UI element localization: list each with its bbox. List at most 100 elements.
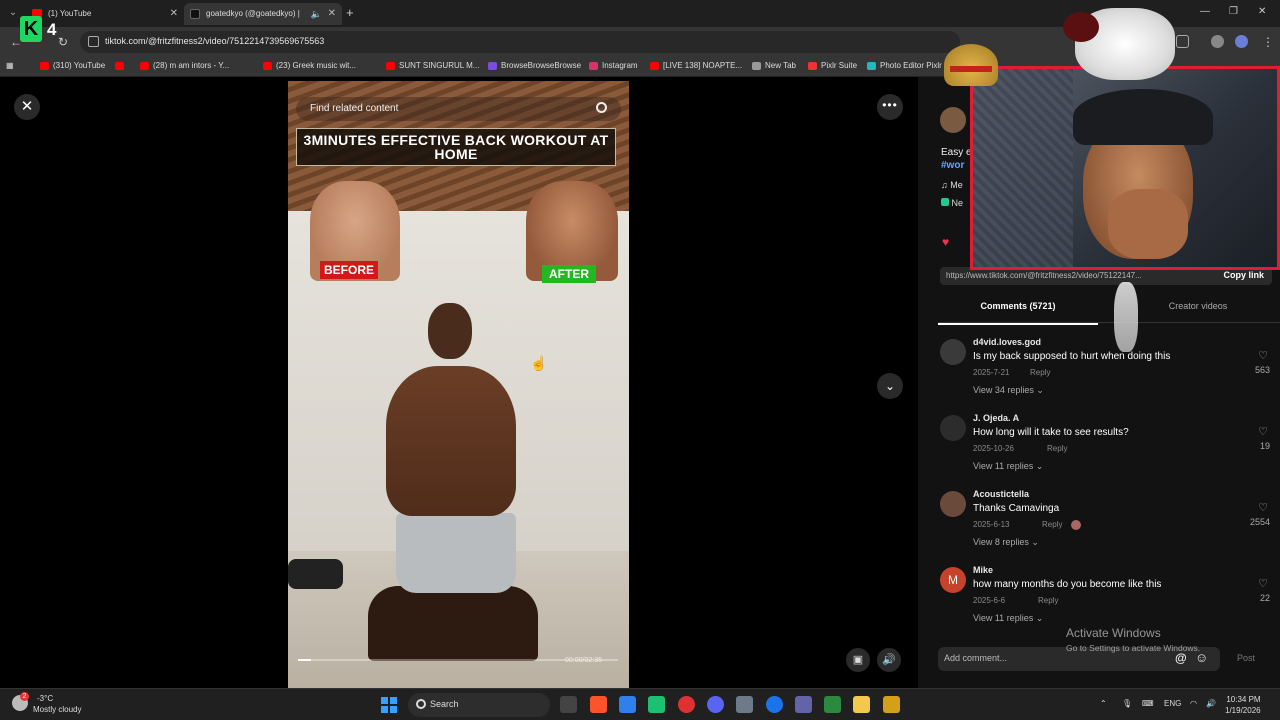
site-info-icon[interactable]: [88, 36, 99, 47]
reply-button[interactable]: Reply: [1030, 368, 1050, 377]
extensions-icon[interactable]: [1176, 35, 1189, 48]
volume-icon[interactable]: 🔊: [877, 648, 901, 672]
discord-icon[interactable]: [707, 696, 724, 713]
copy-link-button[interactable]: Copy link: [1223, 270, 1264, 280]
menu-icon[interactable]: ⋮: [1262, 35, 1274, 49]
bookmark-item[interactable]: [LIVE 138] NOAPTE...: [650, 61, 742, 70]
close-tab-icon[interactable]: ✕: [328, 3, 336, 25]
rockstar-icon[interactable]: [883, 696, 900, 713]
youtube-icon: [386, 62, 395, 70]
calculator-icon[interactable]: [736, 696, 753, 713]
microphone-icon[interactable]: 🎙: [1122, 699, 1132, 708]
bookmark-item[interactable]: BrowseBrowseBrowse: [488, 61, 581, 70]
windows-start-icon[interactable]: [381, 697, 397, 713]
person-legs: [368, 586, 538, 661]
author-avatar[interactable]: [940, 107, 966, 133]
new-tab-button[interactable]: +: [346, 5, 354, 20]
mention-icon[interactable]: @: [1175, 651, 1187, 665]
effect-row[interactable]: Ne: [941, 198, 963, 208]
brave-icon[interactable]: [590, 696, 607, 713]
audio-icon[interactable]: 🔈: [311, 3, 322, 25]
omnibox[interactable]: tiktok.com/@fritzfitness2/video/75122147…: [80, 31, 960, 53]
tab-tiktok[interactable]: goatedkyo (@goatedkyo) | 🔈 ✕: [184, 3, 342, 25]
music-row[interactable]: ♫ Me: [941, 180, 963, 190]
watermark-title: Activate Windows: [1066, 626, 1161, 640]
reply-button[interactable]: Reply: [1038, 596, 1058, 605]
tab-search-icon[interactable]: ⌄: [6, 6, 20, 20]
file-explorer-icon[interactable]: [853, 696, 870, 713]
chrome-icon[interactable]: [766, 696, 783, 713]
post-hashtag[interactable]: #wor: [941, 160, 964, 171]
tab-creator-videos[interactable]: Creator videos: [1118, 301, 1278, 311]
task-view-icon[interactable]: [560, 696, 577, 713]
apps-icon[interactable]: ▦: [6, 61, 14, 70]
close-icon[interactable]: ✕: [14, 94, 40, 120]
taskbar-search-label: Search: [430, 699, 459, 709]
close-window-button[interactable]: ✕: [1258, 6, 1266, 17]
related-search-input[interactable]: Find related content: [296, 97, 621, 121]
heart-icon[interactable]: ♡: [1258, 349, 1268, 362]
obs-icon[interactable]: [678, 696, 695, 713]
bookmark-item[interactable]: New Tab: [752, 61, 796, 70]
reply-button[interactable]: Reply: [1042, 520, 1062, 529]
copilot-icon[interactable]: [619, 696, 636, 713]
comment-text: How long will it take to see results?: [973, 427, 1129, 438]
sticker-shadow: [1063, 12, 1099, 42]
reply-button[interactable]: Reply: [1047, 444, 1067, 453]
youtube-icon: [40, 62, 49, 70]
keyboard-icon[interactable]: ⌨: [1142, 699, 1154, 708]
comment-username[interactable]: d4vid.loves.god: [973, 337, 1041, 347]
language-indicator[interactable]: ENG: [1164, 699, 1181, 708]
comment-username[interactable]: Mike: [973, 565, 993, 575]
maximize-button[interactable]: ❐: [1229, 6, 1238, 17]
comment-item: d4vid.loves.god Is my back supposed to h…: [938, 335, 1272, 409]
view-replies-button[interactable]: View 34 replies ⌄: [973, 385, 1044, 396]
tab-comments[interactable]: Comments (5721): [938, 301, 1098, 325]
comment-username[interactable]: J. Ojeda. A: [973, 413, 1019, 423]
tray-expand-icon[interactable]: ⌃: [1100, 699, 1107, 708]
profile-icon[interactable]: [1235, 35, 1248, 48]
bookmark-item[interactable]: SUNT SINGURUL M...: [386, 61, 479, 70]
share-link-text[interactable]: https://www.tiktok.com/@fritzfitness2/vi…: [946, 271, 1186, 280]
teams-icon[interactable]: [795, 696, 812, 713]
hat-band: [950, 66, 992, 72]
wifi-icon[interactable]: ◠: [1190, 699, 1197, 708]
bookmark-item[interactable]: Photo Editor Pixlr: [867, 61, 942, 70]
comment-item: Acoustictella Thanks Camavinga 2025-6-13…: [938, 487, 1272, 561]
avatar[interactable]: [940, 415, 966, 441]
comment-username[interactable]: Acoustictella: [973, 489, 1029, 499]
vim-icon[interactable]: [824, 696, 841, 713]
more-options-icon[interactable]: •••: [877, 94, 903, 120]
bookmark-item[interactable]: (310) YouTube: [40, 61, 105, 70]
minimize-button[interactable]: —: [1200, 6, 1210, 17]
view-replies-button[interactable]: View 11 replies ⌄: [973, 613, 1043, 624]
k-count: 4: [47, 20, 57, 39]
bookmark-item[interactable]: (28) m am intors - Y...: [140, 61, 229, 70]
bookmark-item[interactable]: Instagram: [589, 61, 638, 70]
speaker-icon[interactable]: 🔊: [1206, 699, 1216, 708]
avatar[interactable]: [940, 339, 966, 365]
bookmark-item[interactable]: (23) Greek music wit...: [263, 61, 356, 70]
music-note-icon: ♫: [941, 180, 951, 190]
avatar[interactable]: M: [940, 567, 966, 593]
bookmark-item[interactable]: Pixlr Suite: [808, 61, 857, 70]
taskbar-clock[interactable]: 10:34 PM 1/19/2026: [1225, 694, 1261, 716]
heart-icon[interactable]: ♡: [1258, 501, 1268, 514]
view-replies-button[interactable]: View 8 replies ⌄: [973, 537, 1039, 548]
avatar[interactable]: [940, 491, 966, 517]
picture-in-picture-icon[interactable]: ▣: [846, 648, 870, 672]
reading-list-icon[interactable]: [1211, 35, 1224, 48]
chevron-down-icon[interactable]: ⌄: [877, 373, 903, 399]
video-player[interactable]: BEFORE AFTER Find related content 3MINUT…: [288, 81, 629, 688]
heart-icon[interactable]: ♡: [1258, 425, 1268, 438]
heart-icon[interactable]: ♡: [1258, 577, 1268, 590]
chevron-down-icon: ⌄: [1031, 537, 1039, 547]
store-icon[interactable]: [648, 696, 665, 713]
like-heart-icon[interactable]: ♥: [942, 235, 949, 249]
search-icon[interactable]: [596, 102, 607, 113]
reload-icon[interactable]: ↻: [58, 35, 68, 49]
taskbar-search[interactable]: Search: [408, 693, 550, 717]
close-tab-icon[interactable]: ✕: [170, 3, 178, 25]
post-button[interactable]: Post: [1237, 653, 1255, 663]
view-replies-button[interactable]: View 11 replies ⌄: [973, 461, 1043, 472]
